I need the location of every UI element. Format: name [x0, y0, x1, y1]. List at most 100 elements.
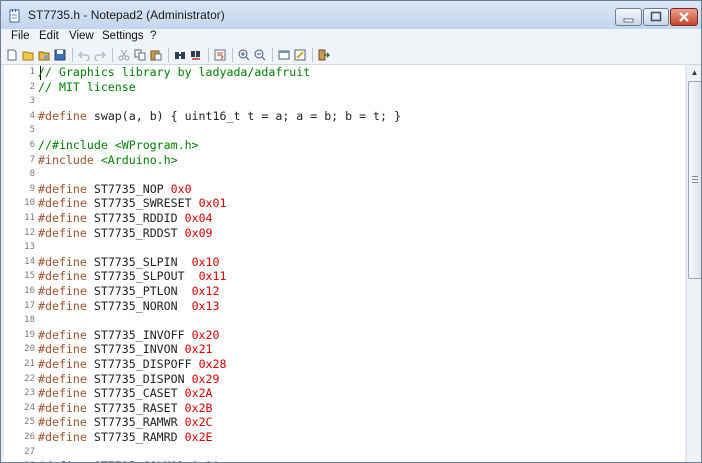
code-line[interactable]: 21 #define ST7735_DISPOFF 0x28 [4, 357, 685, 372]
code-line[interactable]: 19 #define ST7735_INVOFF 0x20 [4, 328, 685, 343]
line-number: 6 [29, 140, 35, 150]
code-text: #define ST7735_RASET 0x2B [38, 401, 213, 415]
code-text: // Graphics library by ladyada/adafruit [38, 65, 310, 79]
code-text: // MIT license [38, 80, 136, 94]
code-line[interactable]: 16 #define ST7735_PTLON 0x12 [4, 284, 685, 299]
code-line[interactable]: 23 #define ST7735_CASET 0x2A [4, 386, 685, 401]
code-line[interactable]: 28#define ST7735_COLMOD 0x3A [4, 459, 685, 462]
maximize-button[interactable] [643, 8, 669, 26]
code-token-def: #define [38, 269, 87, 284]
open-file-icon[interactable] [22, 49, 34, 61]
line-number: 24 [24, 402, 35, 413]
schemes-icon[interactable] [278, 49, 290, 61]
code-line[interactable]: 7 #include <Arduino.h> [4, 153, 685, 168]
code-line[interactable]: 13 [4, 240, 685, 255]
code-line[interactable]: 27 [4, 445, 685, 460]
close-button[interactable] [670, 8, 698, 26]
code-line[interactable]: 6//#include <WProgram.h> [4, 138, 685, 153]
code-token-plain: ST7735_PTLON [86, 284, 192, 298]
customize-schemes-icon[interactable] [294, 49, 306, 61]
code-token-def: #define [38, 459, 87, 462]
code-token-plain: ST7735_DISPOFF [86, 357, 199, 371]
code-line[interactable]: 5 [4, 123, 685, 138]
line-number: 3 [29, 96, 35, 107]
code-token-hex: 0x2E [184, 430, 213, 444]
toolbar-separator [112, 48, 113, 62]
toolbar-separator [232, 48, 233, 62]
code-line[interactable]: 17 #define ST7735_NORON 0x13 [4, 299, 685, 314]
code-token-plain: ST7735_CASET [86, 386, 185, 401]
menu-view[interactable]: View [69, 30, 94, 42]
minimize-button[interactable] [615, 8, 642, 26]
menu-help[interactable]: ? [150, 30, 156, 42]
toolbar-separator [272, 48, 273, 62]
code-line[interactable]: 15 #define ST7735_SLPOUT 0x11 [4, 269, 685, 284]
title-bar[interactable]: ST7735.h - Notepad2 (Administrator) [1, 1, 701, 29]
code-token-def: #define [38, 181, 87, 196]
zoom-out-icon[interactable] [254, 49, 266, 61]
code-token-hex: 0x28 [198, 357, 227, 371]
code-line[interactable]: 4 #define swap(a, b) { uint16_t t = a; a … [4, 109, 685, 124]
code-text: #define ST7735_DISPON 0x29 [38, 372, 220, 386]
code-line[interactable]: 9 #define ST7735_NOP 0x0 [4, 182, 685, 197]
menu-settings[interactable]: Settings [102, 30, 144, 42]
scrollbar-thumb[interactable] [688, 81, 701, 279]
code-token-comment: // MIT license [38, 79, 136, 94]
code-line[interactable]: 12 #define ST7735_RDDST 0x09 [4, 226, 685, 241]
code-text: #define ST7735_RAMRD 0x2E [38, 430, 213, 444]
code-line[interactable]: 14 #define ST7735_SLPIN 0x10 [4, 255, 685, 270]
save-icon[interactable] [54, 49, 66, 61]
replace-icon[interactable] [190, 49, 202, 61]
copy-icon[interactable] [134, 49, 146, 61]
code-token-def: #define [38, 400, 87, 415]
find-icon[interactable] [174, 49, 186, 61]
code-line[interactable]: 1// Graphics library by ladyada/adafruit [4, 65, 685, 80]
zoom-in-icon[interactable] [238, 49, 250, 61]
code-line[interactable]: 25 #define ST7735_RAMWR 0x2C [4, 415, 685, 430]
exit-icon[interactable] [318, 49, 330, 61]
code-token-comment: <Arduino.h> [100, 152, 178, 167]
code-token-plain: ST7735_SLPIN [86, 254, 192, 269]
code-line[interactable]: 11 #define ST7735_RDDID 0x04 [4, 211, 685, 226]
code-line[interactable]: 8 [4, 167, 685, 182]
code-token-hex: 0x13 [191, 298, 220, 313]
code-line[interactable]: 20 #define ST7735_INVON 0x21 [4, 342, 685, 357]
code-token-def: #define [38, 254, 87, 269]
line-number: 15 [24, 271, 35, 282]
minimize-icon [623, 18, 634, 23]
line-number: 25 [24, 417, 35, 428]
code-line[interactable]: 10 #define ST7735_SWRESET 0x01 [4, 196, 685, 211]
menu-edit[interactable]: Edit [39, 30, 59, 42]
line-number: 5 [29, 125, 35, 136]
scroll-up-icon[interactable]: ▲ [687, 65, 701, 80]
code-token-plain: ST7735_NORON [86, 298, 192, 313]
code-token-def: #define [38, 371, 87, 386]
redo-icon[interactable] [94, 49, 106, 61]
menu-file[interactable]: File [11, 30, 30, 42]
cut-icon[interactable] [118, 49, 130, 61]
paste-icon[interactable] [150, 49, 162, 61]
code-token-hex: 0x2B [184, 400, 213, 415]
code-token-plain: ST7735_RAMRD [86, 430, 185, 444]
code-line[interactable]: 3 [4, 94, 685, 109]
code-line[interactable]: 22 #define ST7735_DISPON 0x29 [4, 372, 685, 387]
word-wrap-icon[interactable] [214, 49, 226, 61]
code-token-plain: ST7735_INVON [86, 342, 185, 357]
code-token-plain: ST7735_RDDID [86, 211, 185, 225]
code-editor[interactable]: 1// Graphics library by ladyada/adafruit… [4, 65, 685, 462]
new-file-icon[interactable] [6, 49, 18, 61]
toolbar-separator [72, 48, 73, 62]
vertical-scrollbar[interactable]: ▲ [686, 65, 701, 462]
browse-icon[interactable] [38, 49, 50, 61]
code-token-plain: ST7735_SWRESET [86, 196, 199, 211]
code-token-plain: ST7735_INVOFF [86, 327, 192, 342]
code-token-hex: 0x09 [184, 225, 213, 240]
code-line[interactable]: 26 #define ST7735_RAMRD 0x2E [4, 430, 685, 445]
code-line[interactable]: 2// MIT license [4, 80, 685, 95]
undo-icon[interactable] [78, 49, 90, 61]
code-line[interactable]: 24 #define ST7735_RASET 0x2B [4, 401, 685, 416]
line-number: 17 [24, 300, 35, 311]
code-token-hex: 0x3A [192, 459, 220, 462]
code-line[interactable]: 18 [4, 313, 685, 328]
toolbar-separator [312, 48, 313, 62]
